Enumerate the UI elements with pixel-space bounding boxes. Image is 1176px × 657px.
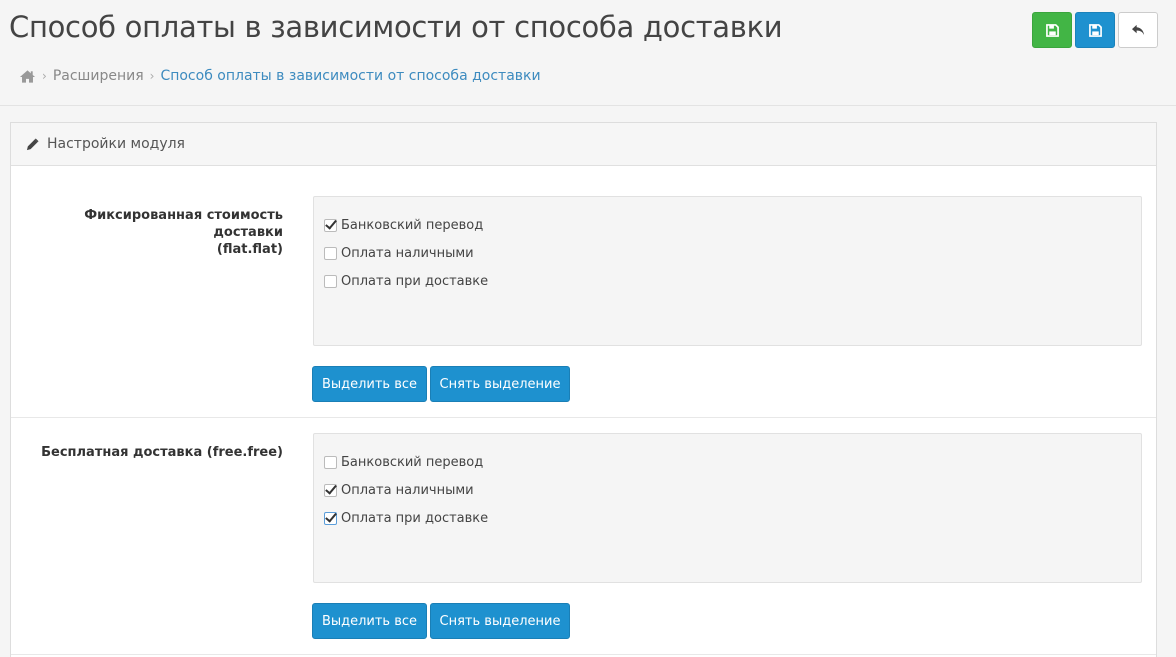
- checkbox-cod[interactable]: [324, 275, 337, 288]
- option-label: Банковский перевод: [341, 455, 484, 470]
- shipping-method-label-free: Бесплатная доставка (free.free): [11, 444, 283, 461]
- breadcrumb-separator: ›: [149, 69, 155, 83]
- row-divider: [11, 417, 1156, 418]
- option-cash[interactable]: Оплата наличными: [324, 246, 474, 261]
- back-button[interactable]: [1118, 12, 1158, 48]
- save-icon: [1045, 23, 1059, 37]
- option-bank-transfer[interactable]: Банковский перевод: [324, 455, 483, 470]
- checkbox-cod[interactable]: [324, 512, 337, 525]
- toolbar: [1032, 12, 1158, 48]
- label-line: Бесплатная доставка (free.free): [41, 445, 283, 460]
- option-label: Оплата при доставке: [341, 274, 489, 289]
- home-icon[interactable]: [19, 69, 36, 84]
- checkbox-bank-transfer[interactable]: [324, 456, 337, 469]
- deselect-button[interactable]: Снять выделение: [430, 366, 570, 402]
- label-line: (flat.flat): [216, 242, 283, 257]
- checkbox-cash[interactable]: [324, 247, 337, 260]
- save-button[interactable]: [1075, 12, 1115, 48]
- option-label: Оплата наличными: [341, 246, 474, 261]
- page-header: Способ оплаты в зависимости от способа д…: [0, 0, 1176, 106]
- page-title: Способ оплаты в зависимости от способа д…: [9, 10, 783, 44]
- label-line: Фиксированная стоимость доставки: [84, 208, 283, 240]
- option-cod[interactable]: Оплата при доставке: [324, 274, 488, 289]
- pencil-icon: [26, 137, 39, 150]
- payment-options-well-flat: Банковский перевод Оплата наличными Опла…: [313, 196, 1142, 346]
- checkbox-bank-transfer[interactable]: [324, 219, 337, 232]
- breadcrumb-extensions[interactable]: Расширения: [53, 68, 144, 84]
- save-icon: [1088, 23, 1102, 37]
- row-divider: [11, 654, 1156, 655]
- breadcrumb-separator: ›: [42, 69, 47, 83]
- option-label: Банковский перевод: [341, 218, 484, 233]
- payment-options-well-free: Банковский перевод Оплата наличными Опла…: [313, 433, 1142, 583]
- breadcrumb-current[interactable]: Способ оплаты в зависимости от способа д…: [160, 68, 540, 84]
- deselect-button[interactable]: Снять выделение: [430, 603, 570, 639]
- panel-heading: Настройки модуля: [11, 123, 1156, 166]
- option-label: Оплата при доставке: [341, 511, 489, 526]
- reply-icon: [1131, 24, 1144, 35]
- option-cod[interactable]: Оплата при доставке: [324, 511, 488, 526]
- save-stay-button[interactable]: [1032, 12, 1072, 48]
- select-all-button[interactable]: Выделить все: [312, 366, 427, 402]
- shipping-method-label-flat: Фиксированная стоимость доставки (flat.f…: [11, 207, 283, 258]
- breadcrumb: › Расширения › Способ оплаты в зависимос…: [19, 68, 541, 84]
- settings-panel: Настройки модуля Фиксированная стоимость…: [10, 122, 1157, 657]
- select-all-button[interactable]: Выделить все: [312, 603, 427, 639]
- panel-title: Настройки модуля: [47, 136, 185, 152]
- option-label: Оплата наличными: [341, 483, 474, 498]
- option-bank-transfer[interactable]: Банковский перевод: [324, 218, 483, 233]
- option-cash[interactable]: Оплата наличными: [324, 483, 474, 498]
- checkbox-cash[interactable]: [324, 484, 337, 497]
